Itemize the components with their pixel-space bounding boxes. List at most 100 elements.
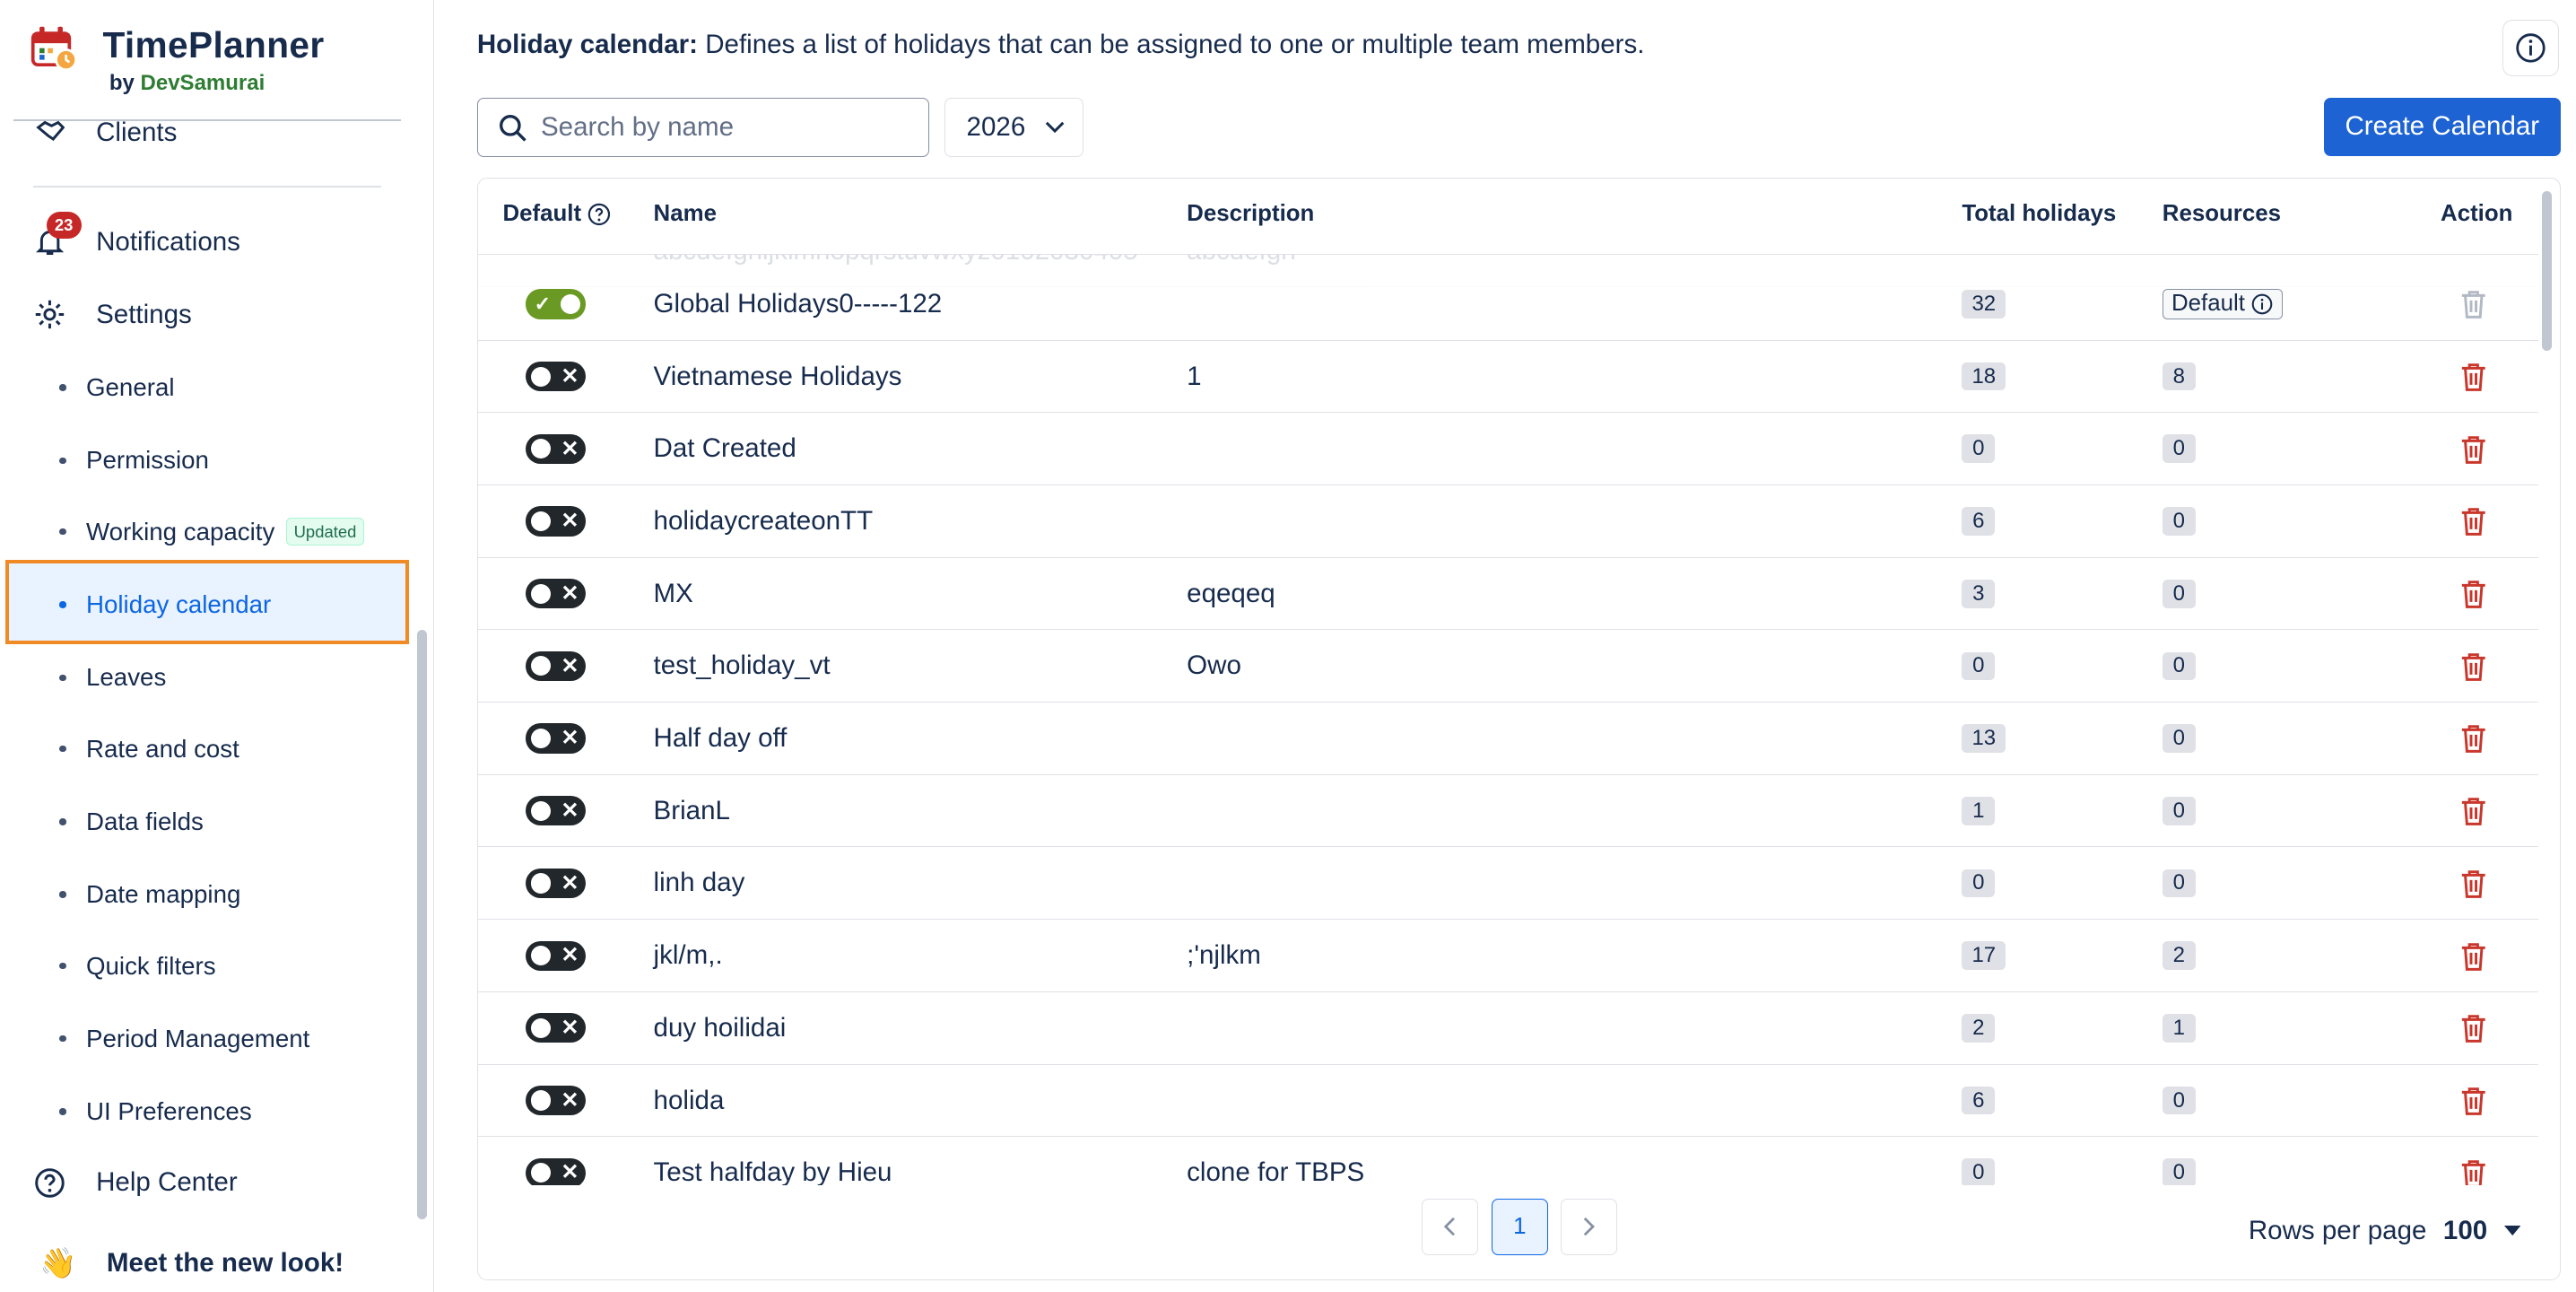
nav-notifications[interactable]: 23 Notifications	[33, 212, 240, 258]
page-1-button[interactable]: 1	[1491, 1199, 1548, 1255]
default-toggle[interactable]: ✕	[526, 579, 586, 609]
default-toggle[interactable]: ✕	[526, 723, 586, 754]
table-row[interactable]: ✕ MX eqeqeq 3 0	[477, 557, 2538, 631]
nav-help-center[interactable]: Help Center	[33, 1166, 238, 1200]
table-row[interactable]: ✕ Dat Created 0 0	[477, 413, 2538, 485]
delete-button[interactable]	[2460, 413, 2487, 485]
row-name[interactable]: jkl/m,.	[654, 920, 723, 992]
row-name[interactable]: holida	[654, 1064, 725, 1137]
delete-button[interactable]	[2460, 557, 2487, 630]
row-name[interactable]: duy hoilidai	[654, 991, 787, 1064]
sidebar-item-working-capacity[interactable]: Working capacity Updated	[59, 515, 364, 548]
delete-button[interactable]	[2460, 702, 2487, 774]
delete-button[interactable]	[2460, 847, 2487, 920]
row-description: eqeqeq	[1187, 578, 1275, 608]
row-name[interactable]: Vietnamese Holidays	[654, 340, 902, 413]
sidebar-item-ui-preferences[interactable]: UI Preferences	[59, 1096, 252, 1129]
year-select[interactable]: 2026	[944, 97, 1083, 158]
table-scrollbar[interactable]	[2541, 191, 2552, 351]
rows-per-page[interactable]: Rows per page 100	[2249, 1216, 2521, 1246]
delete-button[interactable]	[2460, 340, 2487, 413]
sidebar-item-quick-filters[interactable]: Quick filters	[59, 949, 216, 982]
delete-button[interactable]	[2460, 1064, 2487, 1137]
row-name[interactable]: holidaycreateonTT	[654, 484, 874, 557]
nav-clients[interactable]: Clients	[33, 116, 177, 149]
row-description: 1	[1187, 361, 1202, 391]
total-holidays-count: 0	[1962, 651, 1996, 681]
default-toggle[interactable]: ✕	[526, 940, 586, 971]
sidebar-item-date-mapping[interactable]: Date mapping	[59, 878, 240, 912]
sidebar-item-label: UI Preferences	[86, 1097, 252, 1126]
row-name[interactable]: Half day off	[654, 702, 788, 774]
table-row[interactable]: ✕ test_holiday_vt Owo 0 0	[477, 630, 2538, 703]
row-name[interactable]: Test halfday by Hieu	[654, 1137, 892, 1185]
row-name[interactable]: Dat Created	[654, 413, 796, 485]
bullet-icon	[59, 1108, 66, 1115]
sidebar-item-holiday-calendar[interactable]: Holiday calendar	[59, 589, 271, 622]
table-row[interactable]: ✕ linh day 0 0	[477, 847, 2538, 921]
table-row[interactable]: ✓ Global Holidays0-----122 32 Default	[477, 267, 2538, 341]
col-total-holidays[interactable]: Total holidays	[1962, 201, 2116, 227]
close-icon: ✕	[561, 363, 579, 388]
row-total-holidays: 0	[1962, 847, 1996, 920]
waving-hand-icon: 👋	[39, 1246, 77, 1280]
total-holidays-count: 17	[1962, 941, 2006, 971]
table-row[interactable]: ✕ BrianL 1 0	[477, 774, 2538, 848]
row-name[interactable]: Global Holidays0-----122	[654, 267, 943, 340]
sidebar-item-leaves[interactable]: Leaves	[59, 661, 166, 694]
delete-button[interactable]	[2460, 484, 2487, 557]
resources-count: 0	[2162, 724, 2196, 753]
col-name[interactable]: Name	[654, 201, 717, 227]
default-toggle[interactable]: ✓	[526, 289, 586, 319]
table-row[interactable]: ✕ duy hoilidai 2 1	[477, 991, 2538, 1065]
default-toggle[interactable]: ✕	[526, 796, 586, 826]
brand[interactable]: TimePlanner by DevSamurai	[30, 23, 324, 97]
info-button[interactable]	[2502, 20, 2559, 76]
delete-button[interactable]	[2460, 991, 2487, 1064]
row-name[interactable]: test_holiday_vt	[654, 630, 831, 703]
default-toggle[interactable]: ✕	[526, 868, 586, 899]
row-name[interactable]: linh day	[654, 847, 745, 920]
meet-new-look-banner[interactable]: 👋 Meet the new look!	[39, 1246, 344, 1281]
table-row[interactable]: ✕ jkl/m,. ;'njlkm 17 2	[477, 920, 2538, 992]
sidebar-item-period-management[interactable]: Period Management	[59, 1022, 309, 1055]
table-row[interactable]: ✕ Test halfday by Hieu clone for TBPS 0 0	[478, 1137, 2538, 1186]
table-row[interactable]: ✕ holida 6 0	[477, 1064, 2538, 1138]
default-toggle[interactable]: ✕	[526, 361, 586, 392]
delete-button[interactable]	[2460, 630, 2487, 703]
nav-settings[interactable]: Settings	[33, 298, 192, 331]
delete-button[interactable]	[2460, 774, 2487, 847]
delete-button[interactable]	[2460, 920, 2487, 992]
create-calendar-button[interactable]: Create Calendar	[2323, 97, 2561, 156]
row-name[interactable]: MX	[654, 557, 693, 630]
default-toggle[interactable]: ✕	[526, 433, 586, 464]
default-toggle[interactable]: ✕	[526, 650, 586, 681]
row-name[interactable]: BrianL	[654, 774, 730, 847]
help-circle-icon[interactable]	[587, 203, 611, 226]
search-box[interactable]	[476, 97, 929, 158]
trash-icon	[2462, 435, 2485, 464]
table-row[interactable]: ✕ Vietnamese Holidays 1 18 8	[477, 340, 2538, 414]
table-row[interactable]: ✕ Half day off 13 0	[477, 702, 2538, 775]
sidebar-item-permission[interactable]: Permission	[59, 444, 209, 477]
default-toggle[interactable]: ✕	[526, 1157, 586, 1186]
sidebar-scrollbar[interactable]	[417, 629, 428, 1220]
default-toggle-cell: ✕	[526, 1064, 586, 1137]
next-page-button[interactable]	[1561, 1199, 1618, 1255]
info-icon[interactable]	[2251, 293, 2273, 315]
prev-page-button[interactable]	[1422, 1199, 1479, 1255]
search-input[interactable]	[540, 112, 906, 144]
default-toggle[interactable]: ✕	[526, 1013, 586, 1043]
default-toggle-cell: ✕	[526, 630, 586, 703]
trash-icon	[2462, 1159, 2485, 1186]
close-icon: ✕	[561, 1016, 579, 1041]
table-header: Default Name Description Total holidays …	[477, 178, 2538, 255]
table-row[interactable]: ✕ holidaycreateonTT 6 0	[477, 484, 2538, 558]
default-toggle[interactable]: ✕	[526, 506, 586, 537]
sidebar-item-rate-and-cost[interactable]: Rate and cost	[59, 732, 239, 765]
sidebar-item-general[interactable]: General	[59, 371, 175, 405]
delete-button[interactable]	[2460, 1137, 2487, 1186]
delete-button[interactable]	[2460, 267, 2487, 340]
default-toggle[interactable]: ✕	[526, 1085, 586, 1116]
sidebar-item-data-fields[interactable]: Data fields	[59, 805, 204, 838]
